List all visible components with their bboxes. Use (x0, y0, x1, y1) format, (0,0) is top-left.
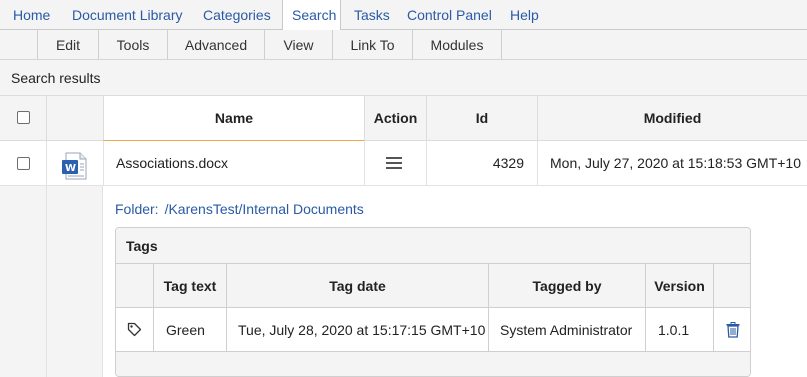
file-icon-cell: W (46, 141, 103, 186)
nav-home[interactable]: Home (13, 0, 50, 30)
tagged-by: System Administrator (488, 308, 645, 352)
tag-icon-cell (116, 308, 153, 352)
modified-date: Mon, July 27, 2020 at 15:18:53 GMT+10 (537, 141, 807, 186)
file-name[interactable]: Associations.docx (103, 141, 364, 186)
tag-row: Green Tue, July 28, 2020 at 15:17:15 GMT… (116, 308, 750, 352)
top-navigation: Home Document Library Categories Search … (0, 0, 807, 31)
column-header-version[interactable]: Version (645, 264, 713, 308)
subnav-modules[interactable]: Modules (412, 30, 502, 59)
icon-column-header (46, 96, 103, 141)
hamburger-menu-icon[interactable] (386, 156, 402, 170)
nav-search[interactable]: Search (282, 0, 341, 31)
tag-icon-column-header (116, 264, 153, 308)
nav-tasks[interactable]: Tasks (354, 0, 390, 30)
tag-text: Green (153, 308, 226, 352)
subnav-link-to[interactable]: Link To (332, 30, 412, 59)
subnav-edit[interactable]: Edit (37, 30, 98, 59)
nav-help[interactable]: Help (510, 0, 539, 30)
folder-label: Folder: (115, 201, 159, 217)
subnav-view[interactable]: View (264, 30, 332, 59)
detail-divider (46, 186, 47, 377)
delete-column-header (713, 264, 750, 308)
column-header-id[interactable]: Id (426, 96, 537, 141)
word-document-icon[interactable]: W (60, 151, 90, 181)
tags-table-header: Tag text Tag date Tagged by Version (116, 264, 750, 308)
subnav-advanced[interactable]: Advanced (167, 30, 264, 59)
results-header: Search results (0, 60, 807, 96)
table-row[interactable]: W Associations.docx 4329 Mon, July 27, 2… (0, 141, 807, 186)
column-header-tag-text[interactable]: Tag text (153, 264, 226, 308)
column-header-tag-date[interactable]: Tag date (226, 264, 488, 308)
tags-panel-header: Tags (116, 228, 750, 264)
trash-icon[interactable] (726, 322, 740, 338)
tags-panel: Tags Tag text Tag date Tagged by Version… (115, 227, 751, 377)
column-header-modified[interactable]: Modified (537, 96, 807, 141)
page-title: Search results (11, 70, 101, 86)
folder-path-link[interactable]: /KarensTest/Internal Documents (165, 201, 364, 217)
results-table-header: Name Action Id Modified (0, 96, 807, 141)
delete-cell (713, 308, 750, 352)
tag-icon (127, 322, 142, 337)
subnav-tools[interactable]: Tools (98, 30, 167, 59)
column-header-name[interactable]: Name (103, 96, 364, 141)
row-checkbox[interactable] (17, 157, 30, 170)
select-all-checkbox[interactable] (17, 111, 30, 124)
detail-gutter (0, 186, 103, 377)
nav-document-library[interactable]: Document Library (72, 0, 183, 30)
sub-navigation: Edit Tools Advanced View Link To Modules (0, 30, 807, 60)
nav-control-panel[interactable]: Control Panel (407, 0, 492, 30)
nav-categories[interactable]: Categories (203, 0, 271, 30)
tag-date: Tue, July 28, 2020 at 15:17:15 GMT+10 (226, 308, 488, 352)
column-header-action[interactable]: Action (364, 96, 426, 141)
action-cell (364, 141, 426, 186)
tag-version: 1.0.1 (645, 308, 713, 352)
svg-text:W: W (65, 163, 76, 174)
tags-title: Tags (126, 238, 158, 254)
tags-panel-footer (116, 352, 750, 376)
folder-info: Folder: /KarensTest/Internal Documents (115, 201, 364, 217)
document-id: 4329 (426, 141, 537, 186)
column-header-tagged-by[interactable]: Tagged by (488, 264, 645, 308)
